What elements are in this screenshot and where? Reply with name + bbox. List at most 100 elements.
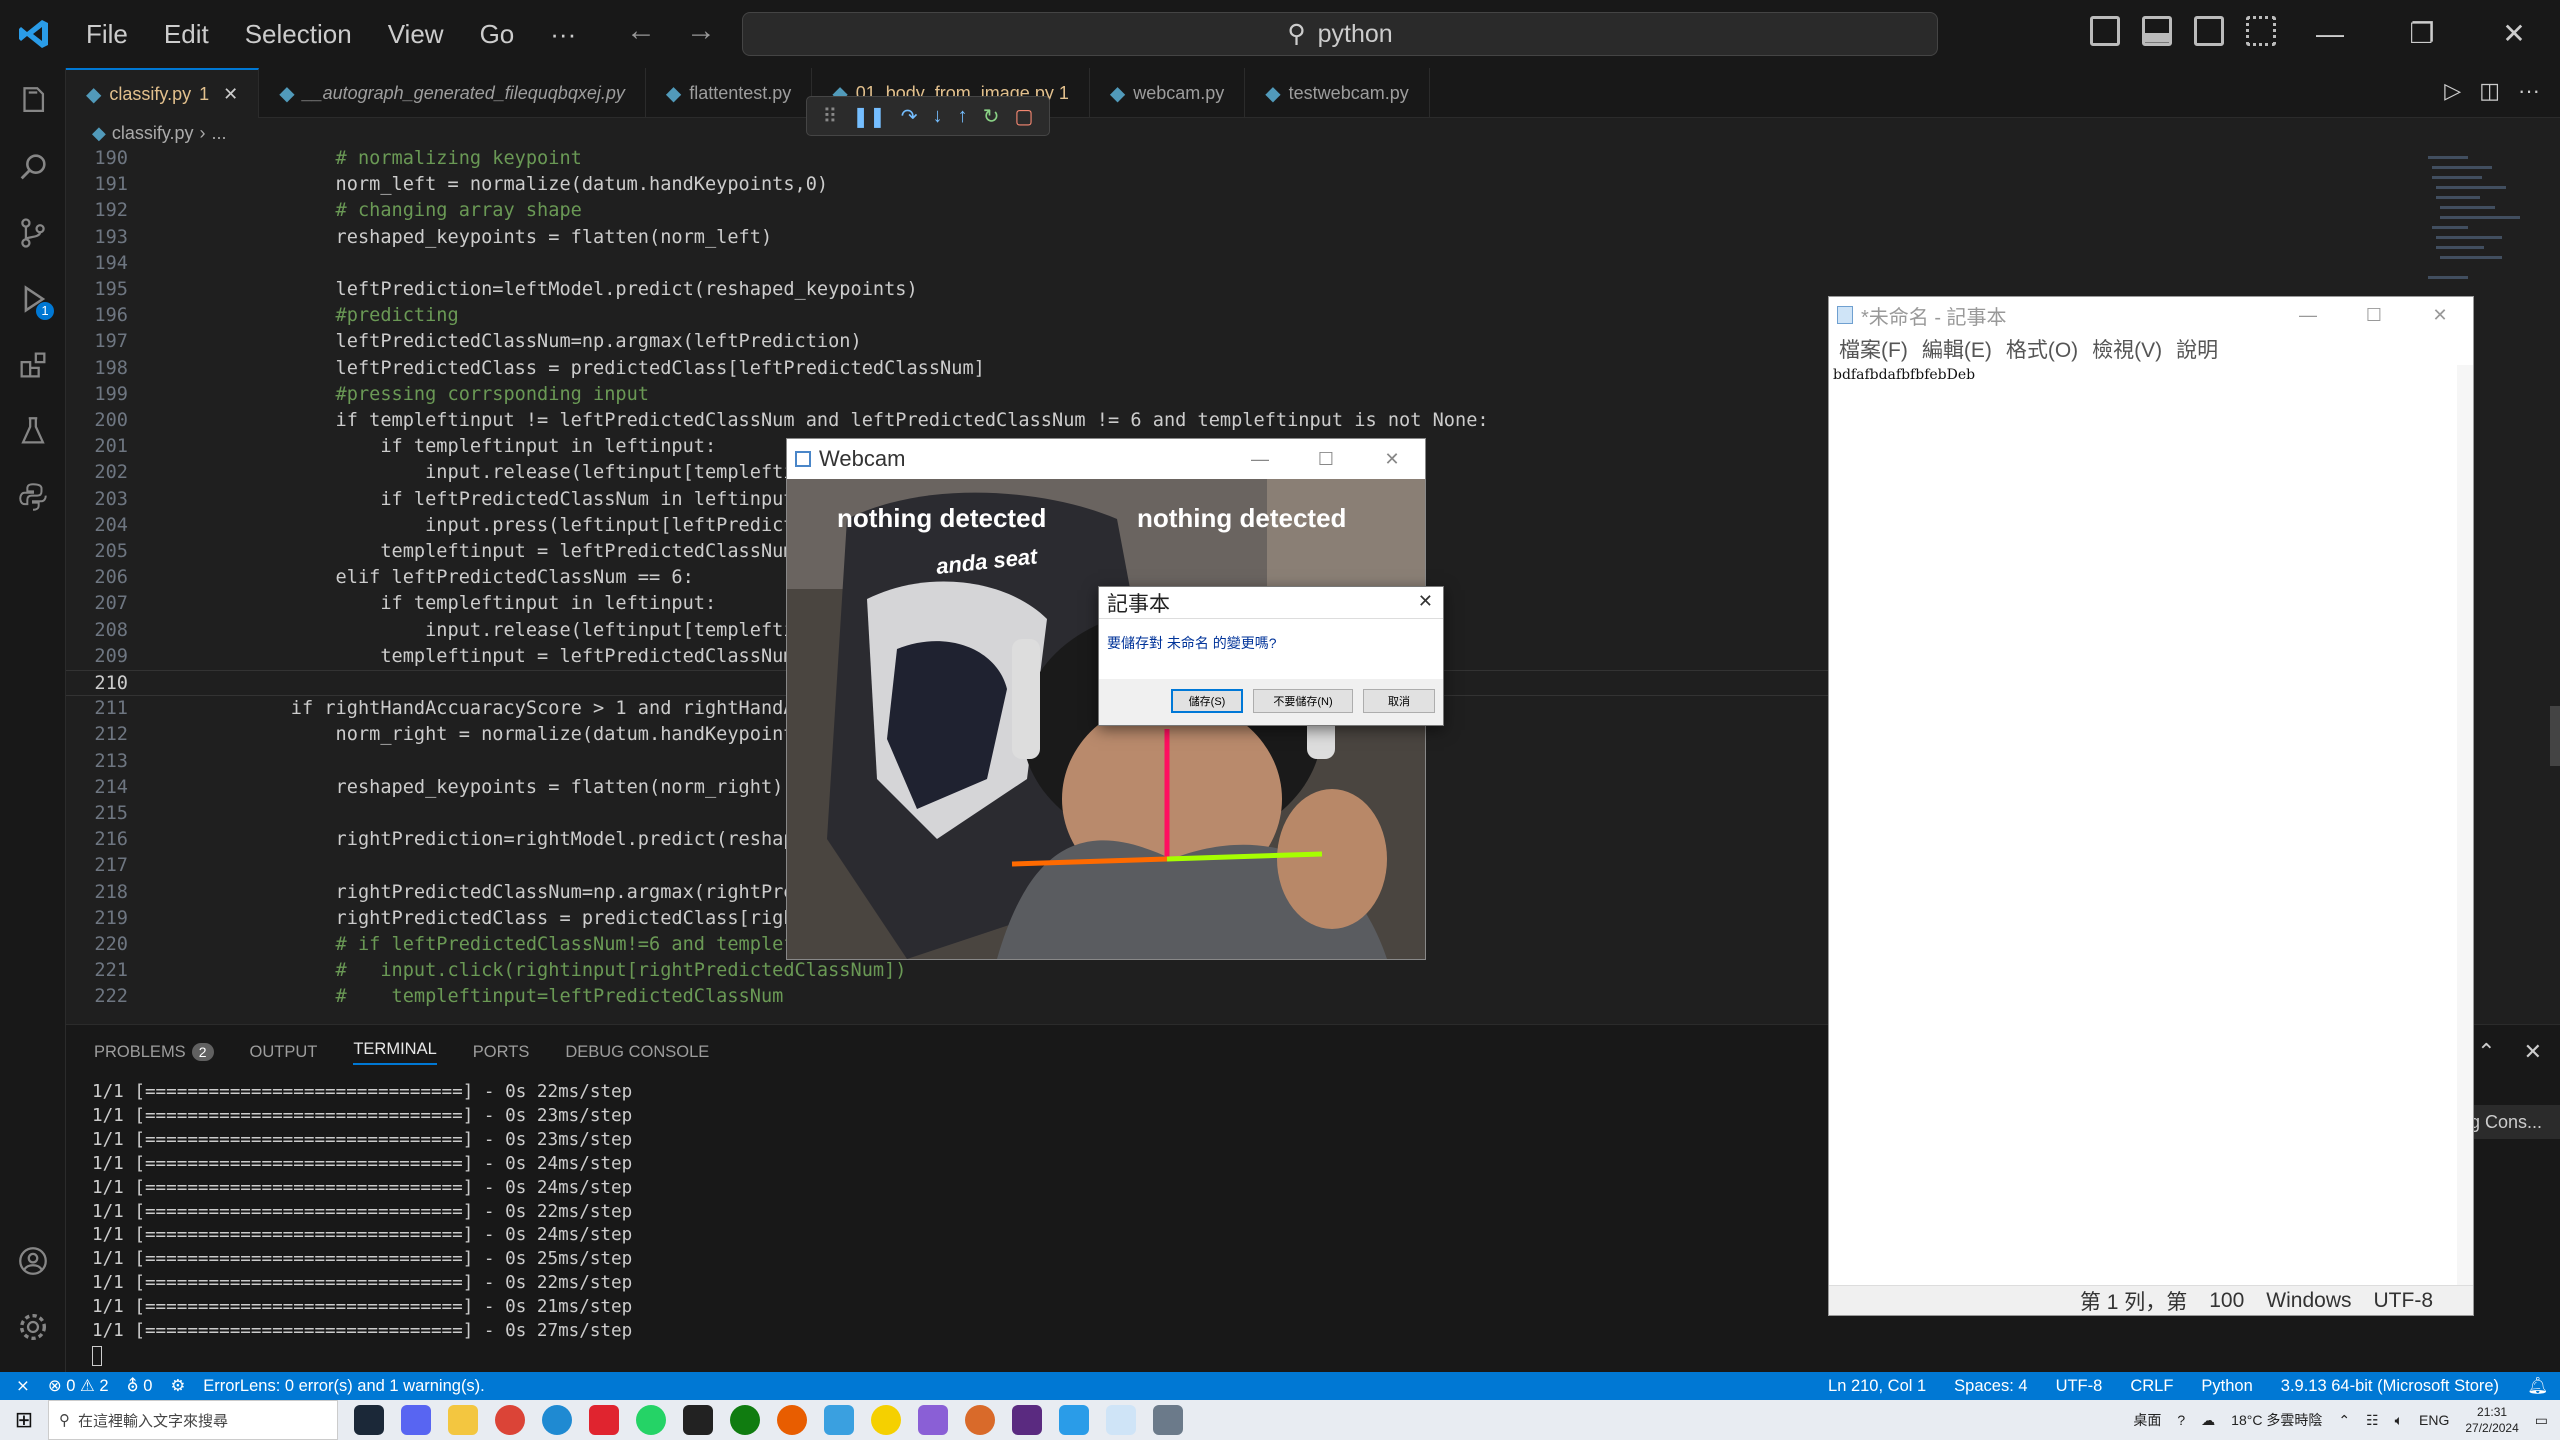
explorer-icon[interactable]: [0, 68, 66, 134]
code-line[interactable]: 194: [66, 251, 2486, 277]
help-icon[interactable]: ?: [2177, 1412, 2185, 1428]
volume-icon[interactable]: 🔈︎: [2395, 1412, 2403, 1429]
discord-icon[interactable]: [401, 1405, 431, 1435]
encoding[interactable]: UTF-8: [2056, 1377, 2103, 1396]
tab-ports[interactable]: PORTS: [473, 1043, 530, 1062]
notification-center-icon[interactable]: ▭: [2535, 1412, 2548, 1429]
code-line[interactable]: 193 reshaped_keypoints = flatten(norm_le…: [66, 225, 2486, 251]
dialog-titlebar[interactable]: 記事本: [1099, 587, 1443, 619]
interpreter[interactable]: 3.9.13 64-bit (Microsoft Store): [2281, 1377, 2499, 1396]
xbox-icon[interactable]: [730, 1405, 760, 1435]
weather-text[interactable]: 18°C 多雲時陰: [2231, 1410, 2322, 1430]
tab-autograph[interactable]: ◆ __autograph_generated_filequqbqxej.py: [259, 68, 646, 118]
code-line[interactable]: 190 # normalizing keypoint: [66, 146, 2486, 172]
tab-classify[interactable]: ◆ classify.py 1 ✕: [66, 68, 260, 118]
ports-status[interactable]: ⛢ 0: [127, 1376, 153, 1396]
errorlens-status[interactable]: ErrorLens: 0 error(s) and 1 warning(s).: [203, 1377, 485, 1396]
menu-help[interactable]: 說明: [2176, 334, 2218, 364]
close-window-icon[interactable]: ✕: [2468, 0, 2560, 68]
dont-save-button[interactable]: 不要儲存(N): [1253, 689, 1353, 713]
pause-icon[interactable]: ❚❚: [852, 104, 886, 129]
more-actions-icon[interactable]: ···: [2518, 78, 2540, 104]
extensions-icon[interactable]: [0, 332, 66, 398]
debug-status-icon[interactable]: ⚙: [170, 1376, 185, 1396]
run-file-icon[interactable]: ▷: [2444, 78, 2461, 104]
minimize-icon[interactable]: —: [1227, 439, 1293, 479]
terminal-list-item[interactable]: g Cons...: [2470, 1105, 2560, 1139]
close-tab-icon[interactable]: ✕: [223, 84, 238, 105]
language-mode[interactable]: Python: [2201, 1377, 2252, 1396]
search-sidebar-icon[interactable]: [0, 134, 66, 200]
tab-webcam[interactable]: ◆ webcam.py: [1090, 68, 1246, 118]
python-icon[interactable]: [0, 464, 66, 530]
app-yellow-heart-icon[interactable]: [871, 1405, 901, 1435]
menu-file[interactable]: File: [68, 19, 146, 50]
minimize-icon[interactable]: —: [2275, 297, 2341, 333]
breadcrumb-file[interactable]: classify.py: [112, 123, 194, 144]
menu-edit[interactable]: 編輯(E): [1922, 334, 1992, 364]
app-orange-icon[interactable]: [777, 1405, 807, 1435]
notepad-textarea[interactable]: bdfafbdafbfbfebDeb: [1829, 365, 2473, 385]
menu-more[interactable]: ···: [532, 19, 594, 50]
edge-icon[interactable]: [542, 1405, 572, 1435]
line-ending[interactable]: CRLF: [2130, 1377, 2173, 1396]
close-icon[interactable]: ✕: [1359, 439, 1425, 479]
taskbar-search[interactable]: ⚲ 在這裡輸入文字來搜尋: [48, 1400, 338, 1440]
app-blue-icon[interactable]: [824, 1405, 854, 1435]
maximize-icon[interactable]: ☐: [2341, 297, 2407, 333]
network-icon[interactable]: ☷: [2366, 1412, 2379, 1429]
remote-icon[interactable]: ⨯: [16, 1376, 30, 1396]
tray-chevron-icon[interactable]: ⌃: [2338, 1412, 2350, 1429]
cancel-button[interactable]: 取消: [1363, 689, 1435, 713]
menu-file[interactable]: 檔案(F): [1839, 334, 1908, 364]
app-red-icon[interactable]: [589, 1405, 619, 1435]
language-indicator[interactable]: ENG: [2419, 1412, 2449, 1428]
windows-start-icon[interactable]: ⊞: [0, 1407, 48, 1433]
back-arrow-icon[interactable]: ←: [626, 14, 656, 48]
save-button[interactable]: 儲存(S): [1171, 689, 1243, 713]
forward-arrow-icon[interactable]: →: [686, 14, 716, 48]
app-purple-icon[interactable]: [918, 1405, 948, 1435]
desktop-toolbar[interactable]: 桌面: [2133, 1410, 2161, 1430]
toggle-sidebar-icon[interactable]: [2090, 16, 2120, 46]
notifications-bell-icon[interactable]: 🔔︎: [2527, 1377, 2548, 1396]
menu-format[interactable]: 格式(O): [2006, 334, 2078, 364]
code-line[interactable]: 191 norm_left = normalize(datum.handKeyp…: [66, 172, 2486, 198]
app-paint-icon[interactable]: [965, 1405, 995, 1435]
webcam-taskbar-icon[interactable]: [1153, 1405, 1183, 1435]
step-into-icon[interactable]: ↓: [933, 105, 943, 128]
restart-icon[interactable]: ↻: [983, 104, 1000, 129]
app-dark-icon[interactable]: [683, 1405, 713, 1435]
source-control-icon[interactable]: [0, 200, 66, 266]
stop-icon[interactable]: ▢: [1015, 104, 1034, 129]
tab-terminal[interactable]: TERMINAL: [353, 1040, 437, 1065]
menu-edit[interactable]: Edit: [146, 19, 227, 50]
drag-handle-icon[interactable]: ⠿: [823, 104, 838, 129]
app-violet-icon[interactable]: [1012, 1405, 1042, 1435]
problems-status[interactable]: ⊗ 0 ⚠ 2: [48, 1376, 109, 1396]
accounts-icon[interactable]: [0, 1228, 66, 1294]
menu-view[interactable]: 檢視(V): [2092, 334, 2162, 364]
command-center-search[interactable]: ⚲ python: [742, 12, 1938, 56]
run-debug-icon[interactable]: 1: [0, 266, 66, 332]
vscode-taskbar-icon[interactable]: [1059, 1405, 1089, 1435]
cursor-position[interactable]: Ln 210, Col 1: [1828, 1377, 1926, 1396]
settings-gear-icon[interactable]: [0, 1294, 66, 1360]
toggle-panel-icon[interactable]: [2142, 16, 2172, 46]
breadcrumb-symbol[interactable]: ...: [212, 123, 227, 144]
close-panel-icon[interactable]: ✕: [2524, 1039, 2542, 1065]
step-over-icon[interactable]: ↷: [901, 104, 918, 129]
step-out-icon[interactable]: ↑: [958, 105, 968, 128]
code-line[interactable]: 192 # changing array shape: [66, 198, 2486, 224]
menu-selection[interactable]: Selection: [227, 19, 370, 50]
steam-icon[interactable]: [354, 1405, 384, 1435]
testing-icon[interactable]: [0, 398, 66, 464]
chrome-icon[interactable]: [495, 1405, 525, 1435]
clock[interactable]: 21:31 27/2/2024: [2465, 1404, 2518, 1436]
tab-debug-console[interactable]: DEBUG CONSOLE: [565, 1043, 709, 1062]
close-icon[interactable]: ✕: [1418, 591, 1433, 612]
file-explorer-icon[interactable]: [448, 1405, 478, 1435]
menu-view[interactable]: View: [370, 19, 462, 50]
menu-go[interactable]: Go: [462, 19, 533, 50]
indentation[interactable]: Spaces: 4: [1954, 1377, 2027, 1396]
